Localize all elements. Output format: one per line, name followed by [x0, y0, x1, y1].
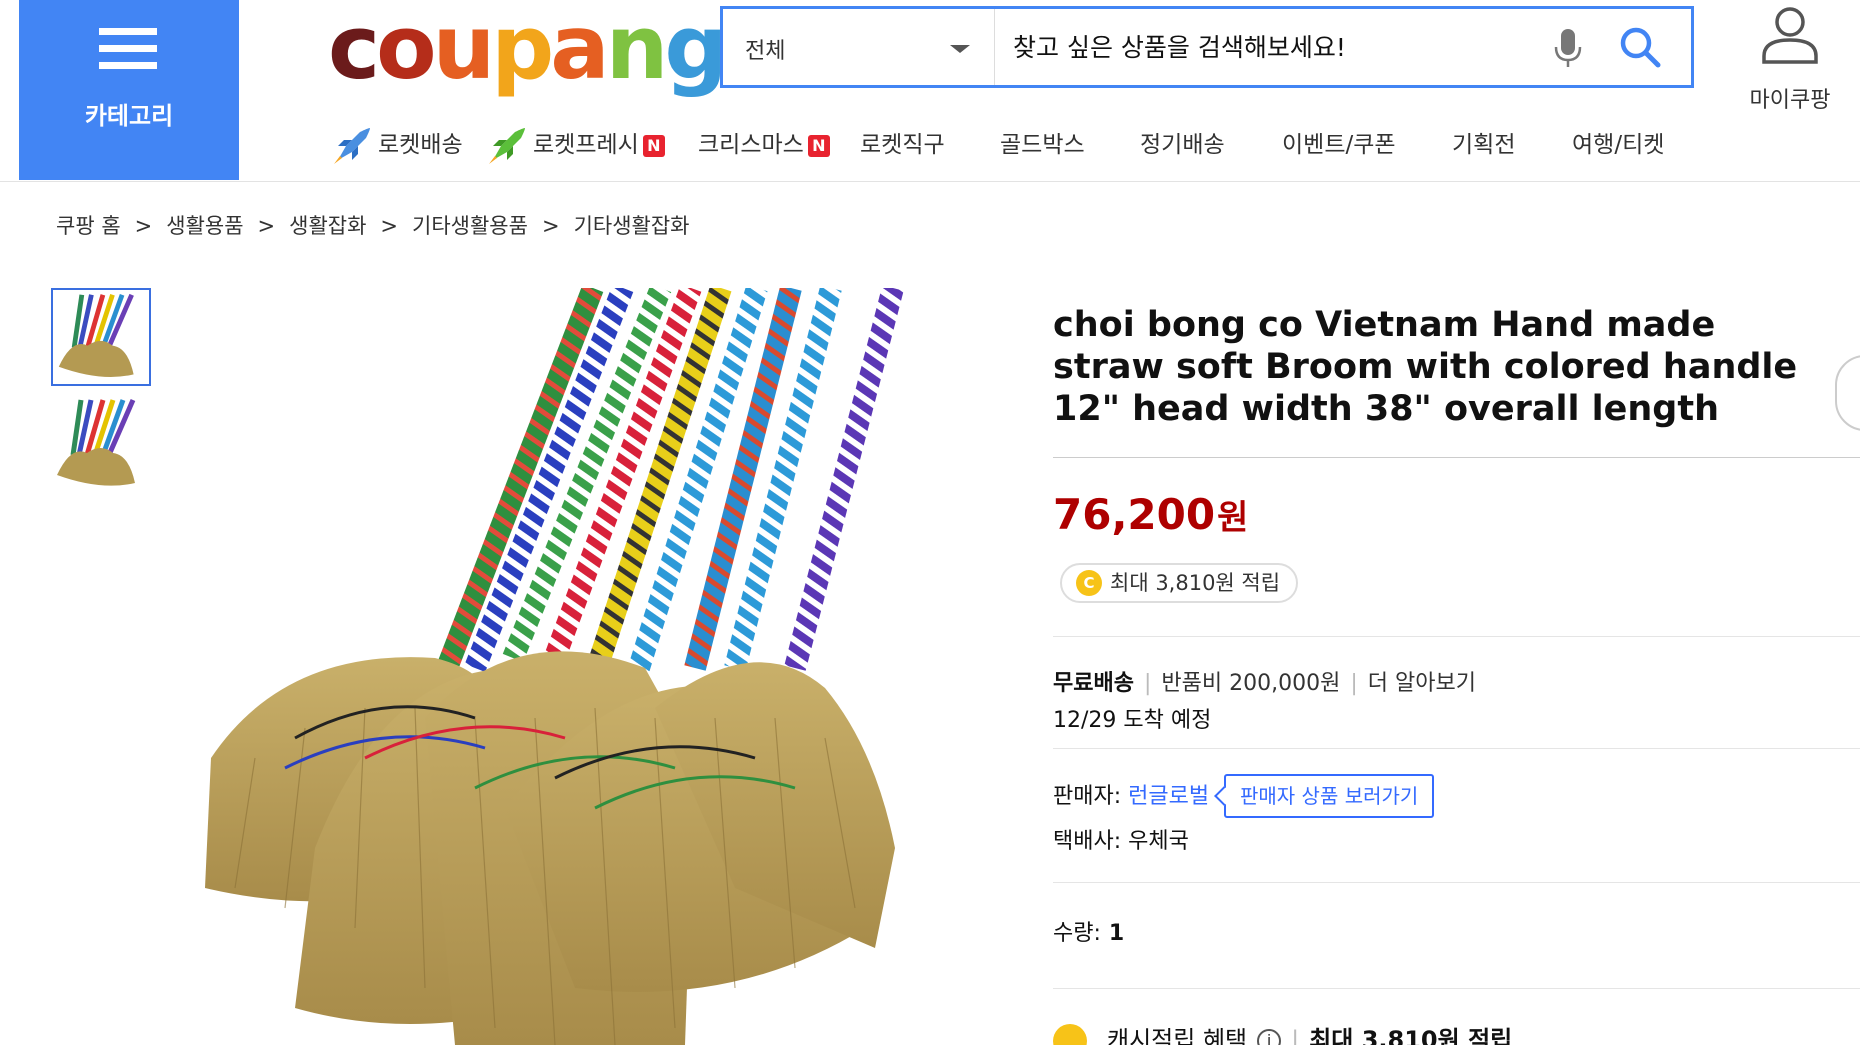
quantity-value[interactable]: 1	[1109, 921, 1124, 946]
search-bar: 전체	[720, 6, 1694, 88]
breadcrumb-item[interactable]: 생활잡화	[289, 214, 366, 238]
view-seller-products-button[interactable]: 판매자 상품 보러가기	[1224, 774, 1435, 818]
mycoupang-label: 마이쿠팡	[1749, 88, 1831, 113]
chevron-down-icon	[950, 45, 970, 53]
nav-item-rocket-fresh[interactable]: 로켓프레시 N	[485, 120, 665, 170]
microphone-icon[interactable]	[1553, 27, 1583, 69]
reward-badge: C 최대 3,810원 적립	[1060, 563, 1299, 603]
quantity-row: 수량: 1	[1053, 915, 1124, 947]
broom-thumbnail-image	[57, 399, 136, 486]
coin-icon	[1053, 1024, 1087, 1045]
divider	[1053, 988, 1860, 989]
breadcrumb-item[interactable]: 기타생활용품	[412, 214, 528, 238]
category-label: 카테고리	[84, 102, 174, 130]
new-badge: N	[807, 134, 830, 157]
category-menu-button[interactable]: 카테고리	[19, 0, 239, 180]
courier-name: 우체국	[1128, 829, 1189, 854]
courier-info: 택배사: 우체국	[1053, 823, 1189, 855]
rocket-icon	[334, 127, 370, 164]
divider	[1053, 748, 1860, 749]
product-title: choi bong co Vietnam Hand made straw sof…	[1053, 305, 1798, 429]
nav-item-rocket-global[interactable]: 로켓직구	[860, 120, 945, 170]
mycoupang-button[interactable]: 마이쿠팡	[1730, 4, 1850, 114]
price-value: 76,200	[1053, 490, 1216, 539]
main-product-image	[175, 288, 985, 1045]
rocket-icon	[489, 127, 525, 164]
return-fee: 반품비 200,000원	[1161, 671, 1341, 696]
breadcrumb-item[interactable]: 기타생활잡화	[574, 214, 690, 238]
broom-thumbnail-image	[58, 293, 134, 377]
seller-label: 판매자:	[1053, 784, 1122, 809]
divider	[1053, 457, 1860, 458]
info-icon[interactable]: i	[1257, 1029, 1282, 1045]
cash-reward-row: 캐시적립 혜택 i | 최대 3,810원 적립	[1053, 1020, 1512, 1045]
price-unit: 원	[1217, 498, 1249, 538]
coin-icon: C	[1076, 569, 1102, 596]
header: 카테고리 coupang 전체 마이쿠팡	[0, 0, 1860, 182]
new-badge: N	[642, 134, 665, 157]
search-icon[interactable]	[1618, 25, 1662, 69]
hamburger-icon	[99, 28, 157, 70]
nav-item-subscription[interactable]: 정기배송	[1140, 120, 1225, 170]
breadcrumb-item[interactable]: 생활용품	[166, 214, 243, 238]
divider	[1053, 636, 1860, 637]
nav-item-events-coupons[interactable]: 이벤트/쿠폰	[1282, 120, 1396, 170]
nav-item-travel-tickets[interactable]: 여행/티켓	[1572, 120, 1664, 170]
cash-reward-value: 최대 3,810원 적립	[1309, 1026, 1513, 1045]
search-category-value: 전체	[745, 39, 786, 64]
side-scroll-button[interactable]	[1835, 355, 1860, 431]
search-input[interactable]	[1013, 25, 1533, 69]
reward-text: 최대 3,810원 적립	[1110, 571, 1281, 595]
product-thumbnail[interactable]	[51, 288, 151, 386]
person-icon	[1762, 7, 1818, 64]
arrival-date: 12/29 도착 예정	[1053, 708, 1212, 733]
coupang-logo[interactable]: coupang	[328, 0, 727, 100]
learn-more-link[interactable]: 더 알아보기	[1368, 671, 1476, 696]
nav-item-rocket-delivery[interactable]: 로켓배송	[330, 120, 463, 170]
nav-item-goldbox[interactable]: 골드박스	[1000, 120, 1085, 170]
shipping-info: 무료배송 | 반품비 200,000원 | 더 알아보기	[1053, 671, 1476, 696]
seller-name-link[interactable]: 런글로벌	[1128, 784, 1209, 809]
courier-label: 택배사:	[1053, 829, 1122, 854]
breadcrumb: 쿠팡 홈 > 생활용품 > 생활잡화 > 기타생활용품 > 기타생활잡화	[56, 214, 690, 238]
divider	[1053, 882, 1860, 883]
cash-reward-label: 캐시적립 혜택	[1107, 1026, 1248, 1045]
free-shipping-label: 무료배송	[1053, 671, 1134, 696]
product-thumbnail[interactable]	[51, 395, 151, 493]
quantity-label: 수량:	[1053, 921, 1101, 946]
breadcrumb-item[interactable]: 쿠팡 홈	[56, 214, 121, 238]
nav-item-christmas[interactable]: 크리스마스 N	[698, 120, 830, 170]
product-price: 76,200원	[1053, 490, 1248, 539]
search-category-select[interactable]: 전체	[723, 9, 995, 85]
nav-item-promotions[interactable]: 기획전	[1452, 120, 1515, 170]
seller-info: 판매자: 런글로벌	[1053, 778, 1209, 810]
